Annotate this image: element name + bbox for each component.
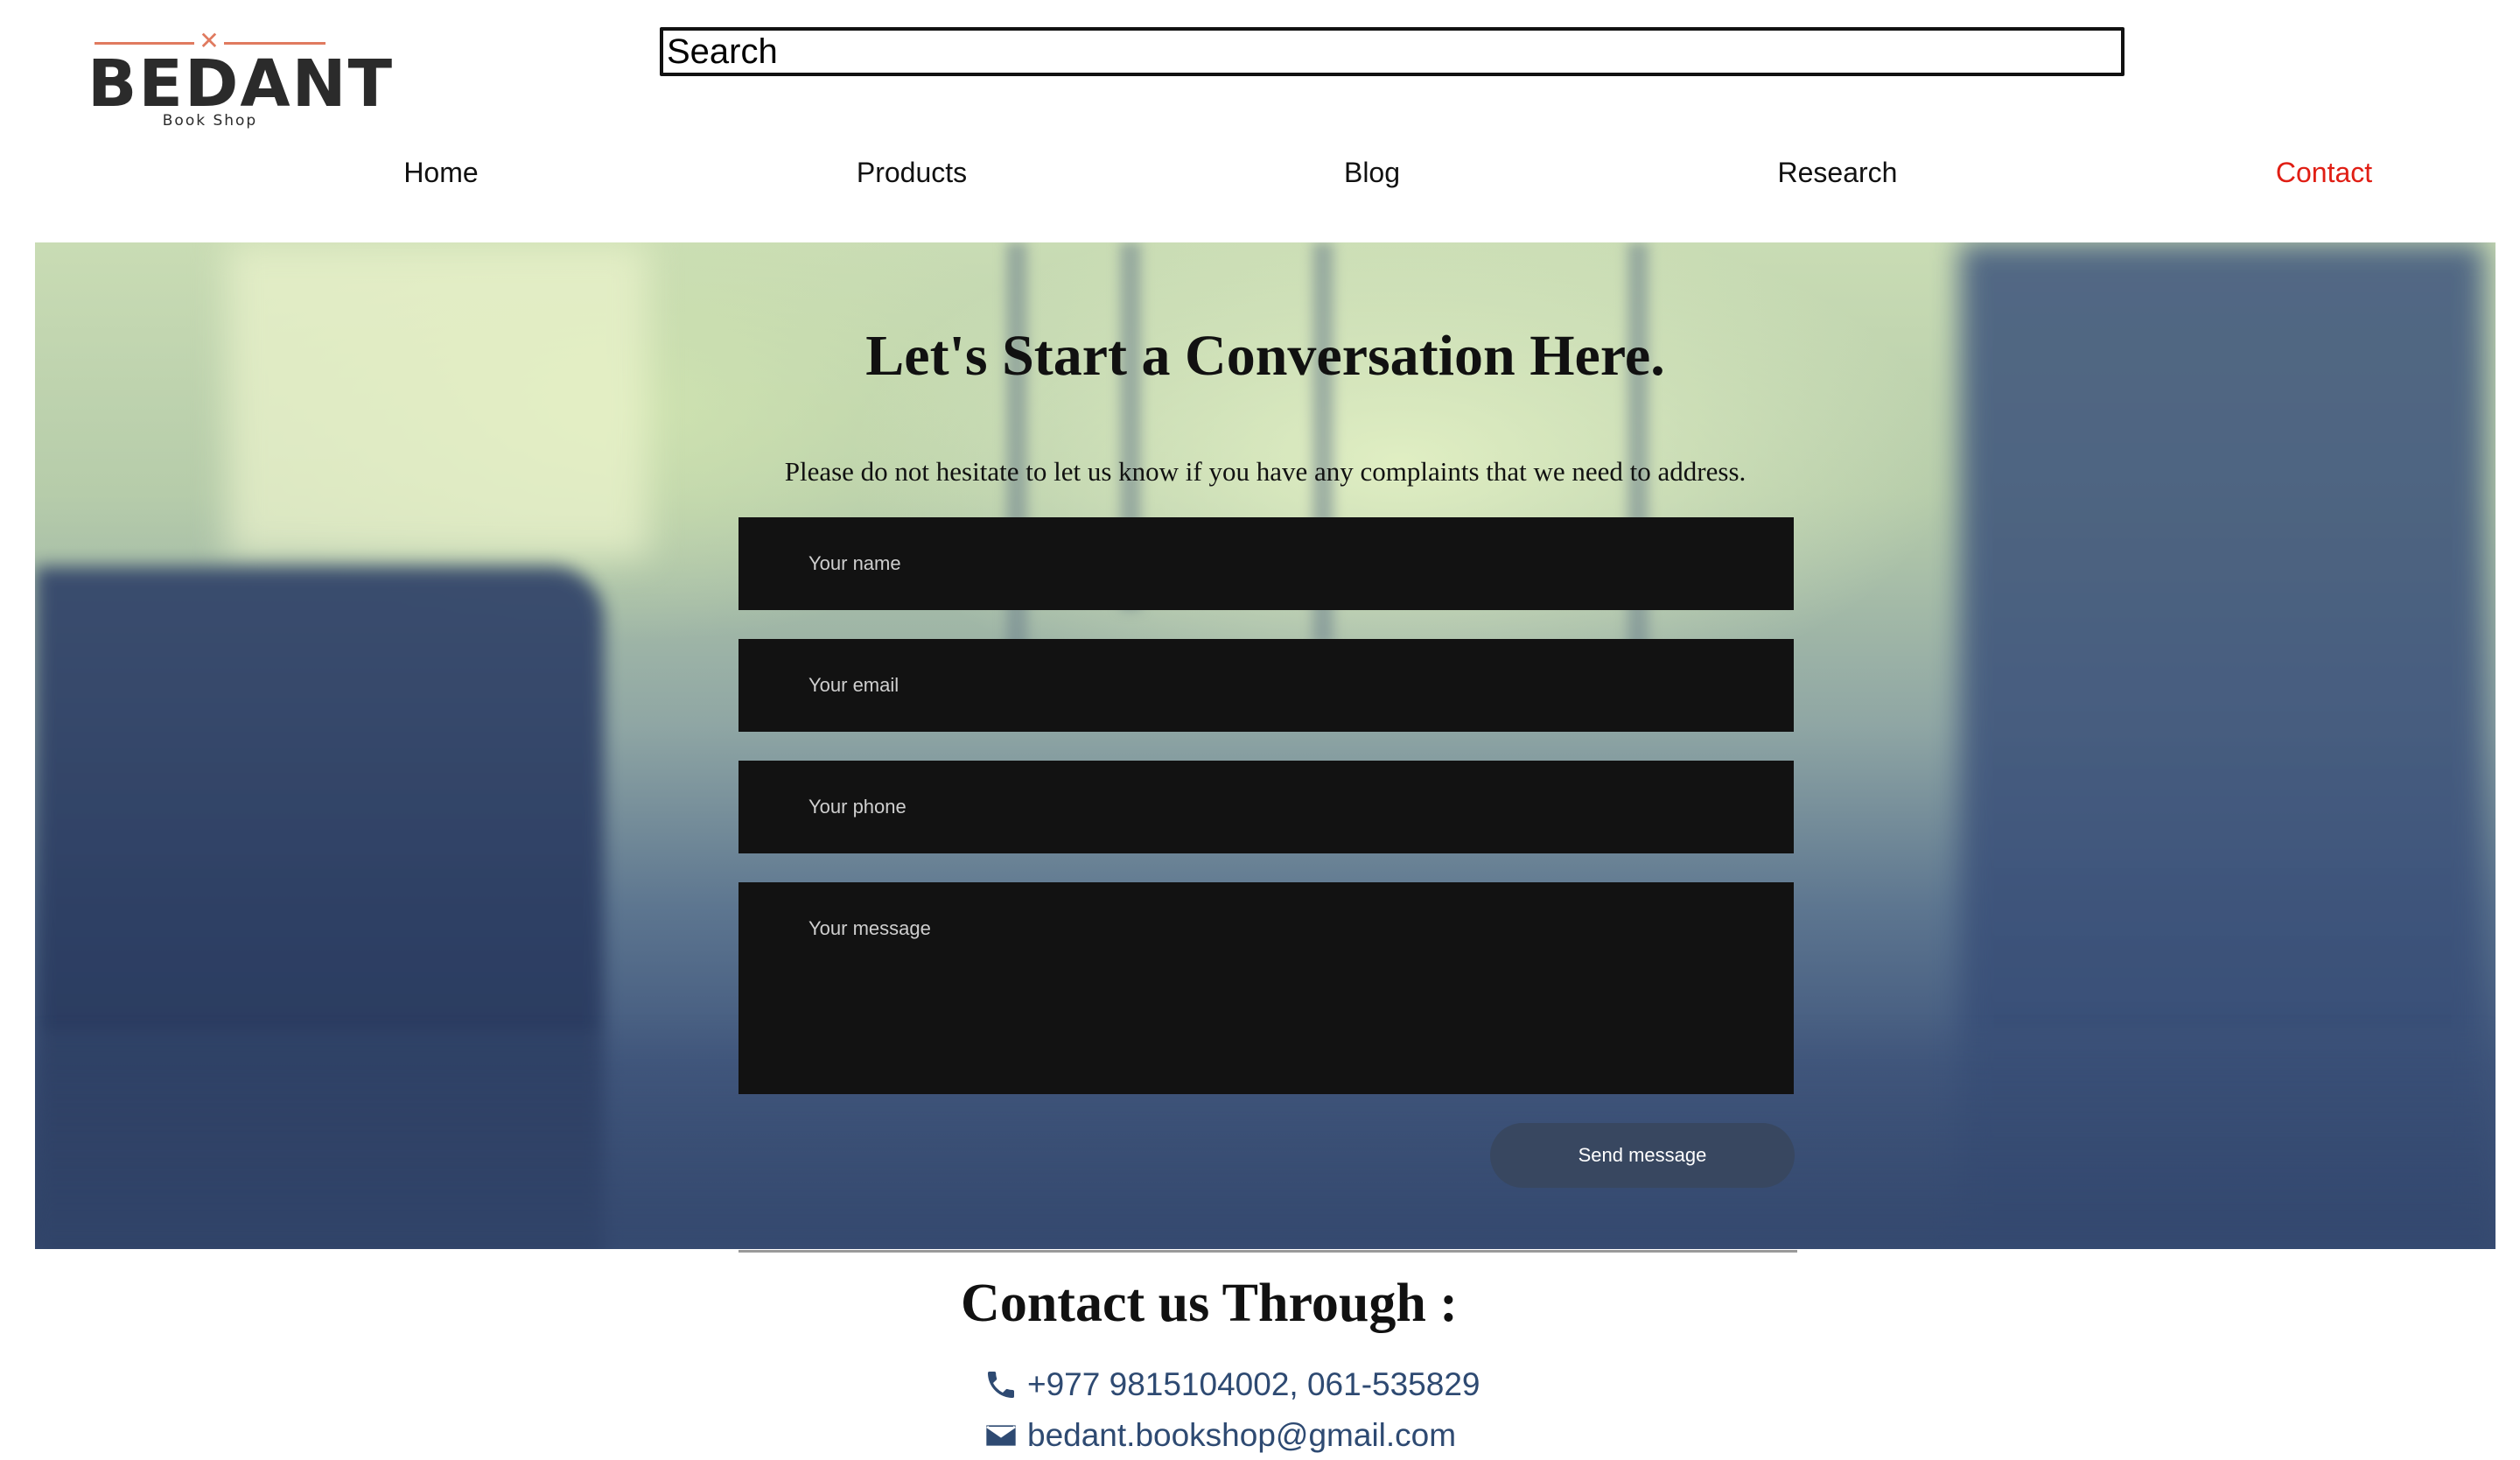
hero-subtitle: Please do not hesitate to let us know if… <box>784 456 1746 487</box>
hero-background-window <box>228 242 648 558</box>
phone-icon <box>988 1372 1014 1398</box>
logo-rule-left <box>94 42 194 45</box>
name-field[interactable] <box>738 517 1794 610</box>
send-message-button[interactable]: Send message <box>1490 1123 1795 1188</box>
logo[interactable]: ✕ BEDANT Book Shop <box>88 28 395 130</box>
hero-section: Let's Start a Conversation Here. Please … <box>35 242 2496 1249</box>
logo-rule-right <box>224 42 326 45</box>
logo-tagline: Book Shop <box>162 112 258 130</box>
nav-item-home[interactable]: Home <box>403 151 478 194</box>
logo-name: BEDANT <box>88 46 395 122</box>
nav-item-blog[interactable]: Blog <box>1344 151 1400 194</box>
message-field[interactable] <box>738 882 1794 1094</box>
envelope-icon <box>986 1425 1016 1446</box>
nav-item-products[interactable]: Products <box>857 151 967 194</box>
email-field[interactable] <box>738 639 1794 732</box>
contact-email-text: bedant.bookshop@gmail.com <box>1027 1417 1457 1453</box>
section-divider <box>738 1250 1797 1253</box>
contact-phone[interactable]: +977 9815104002, 061-535829 <box>984 1360 1480 1409</box>
contact-title: Contact us Through : <box>961 1274 1458 1333</box>
nav-item-contact[interactable]: Contact <box>2276 151 2372 194</box>
phone-field[interactable] <box>738 761 1794 853</box>
nav-item-research[interactable]: Research <box>1778 151 1898 194</box>
main-nav: Home Products Blog Research Contact <box>0 151 2520 194</box>
contact-phone-text: +977 9815104002, 061-535829 <box>1027 1366 1480 1402</box>
contact-email[interactable]: bedant.bookshop@gmail.com <box>984 1411 1456 1460</box>
search-input[interactable] <box>660 27 2124 76</box>
hero-title: Let's Start a Conversation Here. <box>865 324 1665 388</box>
